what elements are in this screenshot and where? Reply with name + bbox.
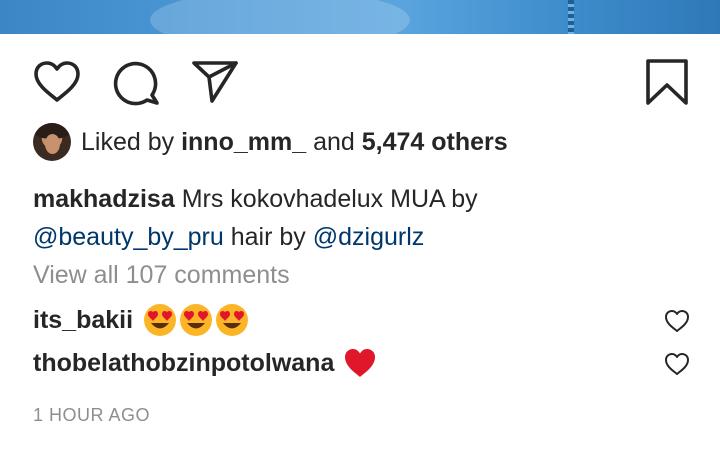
- photo-highlight: [150, 0, 410, 34]
- likes-conjunction: and: [313, 128, 355, 156]
- caption-mention-beauty[interactable]: @beauty_by_pru: [33, 223, 224, 251]
- comment-bubble-icon[interactable]: [112, 58, 160, 106]
- comment-username[interactable]: thobelathobzinpotolwana: [33, 345, 334, 381]
- caption-username[interactable]: makhadzisa: [33, 185, 175, 213]
- red-heart-emoji-icon: [345, 349, 376, 377]
- heart-eyes-emoji-icon: [216, 304, 249, 336]
- likes-summary[interactable]: Liked by inno_mm_ and 5,474 others: [81, 127, 508, 157]
- post-caption: makhadzisa Mrs kokovhadelux MUA by @beau…: [33, 180, 683, 256]
- photo-zipper-detail: [568, 0, 574, 34]
- likes-others-count[interactable]: 5,474 others: [362, 128, 508, 156]
- caption-text-2: hair by: [230, 223, 306, 251]
- share-paper-plane-icon[interactable]: [190, 59, 240, 105]
- comment-row: thobelathobzinpotolwana: [33, 345, 376, 381]
- heart-eyes-emoji-icon: [144, 304, 177, 336]
- save-bookmark-icon[interactable]: [644, 57, 690, 107]
- like-heart-icon[interactable]: [33, 60, 81, 104]
- comment-row: its_bakii: [33, 302, 249, 338]
- liker-avatar[interactable]: [33, 123, 71, 161]
- view-all-comments-link[interactable]: View all 107 comments: [33, 259, 290, 291]
- caption-text-1: Mrs kokovhadelux MUA by: [181, 185, 478, 213]
- post-timestamp: 1 HOUR AGO: [33, 405, 151, 425]
- caption-mention-hair[interactable]: @dzigurlz: [313, 223, 425, 251]
- heart-eyes-emoji-icon: [180, 304, 213, 336]
- likes-prefix: Liked by: [81, 128, 175, 156]
- comment-username[interactable]: its_bakii: [33, 302, 133, 338]
- comment-like-heart-icon[interactable]: [664, 352, 690, 376]
- heart-eyes-emoji-group: [143, 303, 249, 337]
- liker-username[interactable]: inno_mm_: [181, 128, 306, 156]
- comment-like-heart-icon[interactable]: [664, 309, 690, 333]
- post-photo[interactable]: [0, 0, 720, 34]
